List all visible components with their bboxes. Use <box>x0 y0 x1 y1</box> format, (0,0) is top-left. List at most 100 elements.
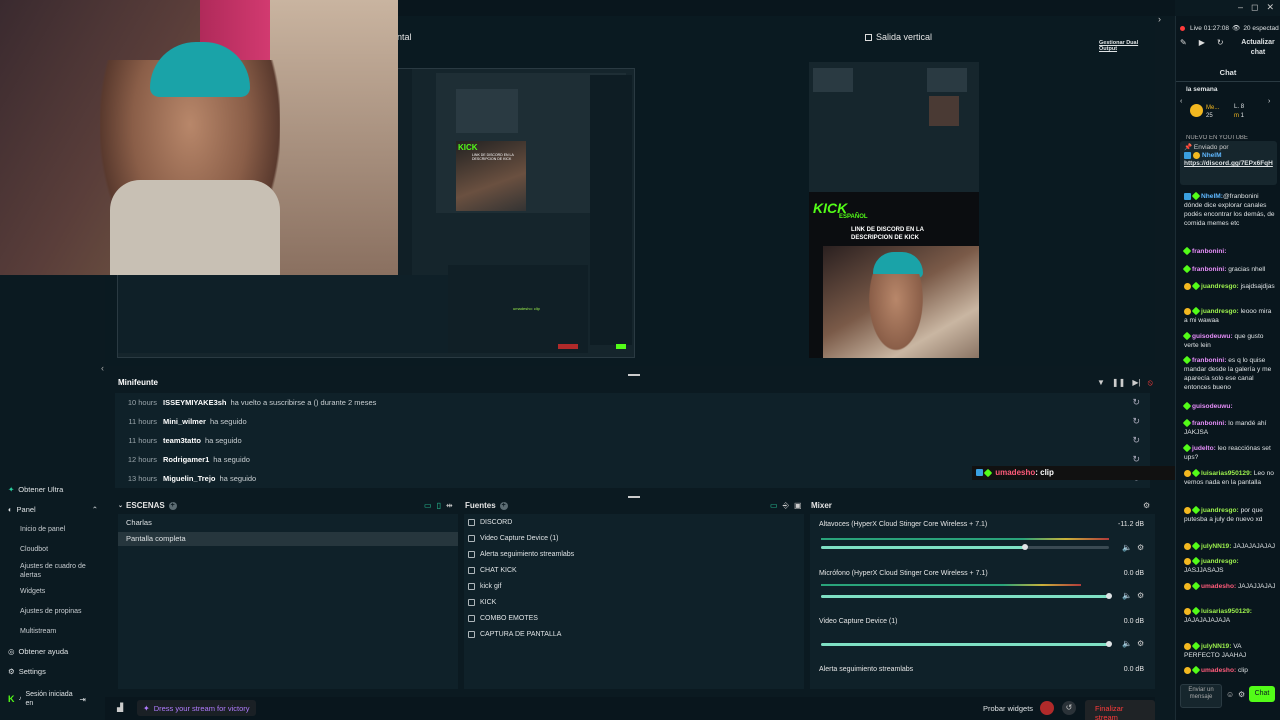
volume-knob[interactable] <box>1106 593 1112 599</box>
gear-icon[interactable]: ⚙ <box>1137 543 1144 552</box>
repeat-alert-icon[interactable]: ↻ <box>1132 397 1140 408</box>
dual-vertical-icon[interactable]: ▯ <box>437 501 441 510</box>
vertical-canvas[interactable]: KICK ESPAÑOL LINK DE DISCORD EN LA DESCR… <box>809 62 979 358</box>
repeat-alert-icon[interactable]: ↻ <box>1132 435 1140 446</box>
minimize-button[interactable]: – <box>1238 0 1243 16</box>
source-dual-icon[interactable]: ▭ <box>770 501 778 511</box>
tab-chat[interactable]: Chat <box>1176 68 1280 82</box>
source-item[interactable]: Alerta seguimiento streamlabs <box>468 551 574 558</box>
repeat-alert-icon[interactable]: ↻ <box>1132 454 1140 465</box>
collapse-arrow-icon[interactable]: ‹ <box>101 363 104 373</box>
nav-get-ultra[interactable]: ✦ Obtener Ultra <box>8 485 63 494</box>
gear-icon[interactable]: ⚙ <box>1137 591 1144 600</box>
chat-username[interactable]: umadesho: <box>1201 583 1236 590</box>
gear-icon[interactable]: ⚙ <box>1137 639 1144 648</box>
performance-icon[interactable]: ▟ <box>117 703 123 712</box>
collapse-icon[interactable]: ⌄ <box>118 502 123 509</box>
dual-horizontal-icon[interactable]: ▭ <box>424 501 432 510</box>
nav-cloudbot[interactable]: Cloudbot <box>20 545 48 554</box>
volume-slider[interactable] <box>821 593 1112 599</box>
close-button[interactable]: ✕ <box>1266 0 1274 16</box>
source-item[interactable]: Video Capture Device (1) <box>468 535 558 542</box>
chat-username[interactable]: guisodeuwu: <box>1192 333 1233 340</box>
gear-icon[interactable]: ⚙ <box>1143 501 1150 510</box>
feed-time: 11 hours <box>128 417 157 426</box>
nav-alert-box[interactable]: Ajustes de cuadro de alertas <box>20 562 98 580</box>
add-scene-button[interactable]: + <box>168 501 177 510</box>
chat-username[interactable]: NhelM: <box>1201 193 1223 200</box>
send-chat-button[interactable]: Chat <box>1249 686 1275 702</box>
speaker-icon[interactable]: 🔈 <box>1122 639 1132 648</box>
pinned-message[interactable]: 📌 Enviado por NhelM https://discord.gg/7… <box>1180 141 1277 185</box>
chat-username[interactable]: franbonini: <box>1192 266 1226 273</box>
resize-handle[interactable] <box>628 496 640 498</box>
repeat-alert-icon[interactable]: ↻ <box>1132 416 1140 427</box>
pause-icon[interactable]: ❚❚ <box>1112 378 1125 388</box>
chat-input[interactable]: Enviar un mensaje <box>1180 684 1222 708</box>
scene-item-pantalla-completa[interactable]: Pantalla completa <box>118 532 458 546</box>
gear-icon[interactable]: ⚙ <box>1238 690 1245 699</box>
chat-username[interactable]: julyNN19: <box>1201 643 1231 650</box>
mixer-channel-db: -11.2 dB <box>1118 521 1144 528</box>
chat-username[interactable]: luisarias950129: <box>1201 470 1252 477</box>
replay-buffer-icon[interactable]: ↺ <box>1062 701 1076 715</box>
promo-banner[interactable]: ✦ Dress your stream for victory <box>137 700 256 716</box>
session-status[interactable]: K ♪ Sesión iniciada en ⇥ <box>8 690 100 708</box>
vertical-output-toggle[interactable]: Salida vertical <box>865 32 932 42</box>
chat-username[interactable]: umadesho: <box>1201 667 1236 674</box>
nav-panel[interactable]: ◐ Panel ⌃ <box>8 505 98 514</box>
volume-slider[interactable] <box>821 641 1112 647</box>
resize-handle[interactable] <box>628 374 640 376</box>
nav-settings[interactable]: ⚙ Settings <box>8 667 46 676</box>
group-icon[interactable]: ▣ <box>794 501 802 511</box>
chat-username[interactable]: juandresgo: <box>1201 507 1239 514</box>
speaker-icon[interactable]: 🔈 <box>1122 591 1132 600</box>
pinned-link[interactable]: https://discord.gg/7EPx6FqH <box>1184 160 1273 168</box>
refresh-icon[interactable]: ↻ <box>1217 38 1224 47</box>
source-item[interactable]: kick gif <box>468 583 501 590</box>
add-source-button[interactable]: + <box>499 501 508 510</box>
edit-icon[interactable]: ✎ <box>1180 38 1187 47</box>
popout-icon[interactable]: ▶ <box>1199 38 1205 47</box>
skip-icon[interactable]: ▶| <box>1132 378 1140 388</box>
logout-icon[interactable]: ⇥ <box>80 695 86 704</box>
nav-multistream[interactable]: Multistream <box>20 627 56 636</box>
speaker-icon[interactable]: 🔈 <box>1122 543 1132 552</box>
maximize-button[interactable]: ◻ <box>1251 0 1258 16</box>
chat-text: clip <box>1236 667 1248 674</box>
volume-slider[interactable] <box>821 544 1109 550</box>
mute-alerts-icon[interactable]: ⦸ <box>1148 378 1153 388</box>
dual-output-link[interactable]: Gestionar Dual Output <box>1099 40 1155 52</box>
chat-username[interactable]: franbonini: <box>1192 357 1226 364</box>
nav-widgets[interactable]: Widgets <box>20 587 45 596</box>
emote-icon[interactable]: ☺ <box>1226 690 1234 699</box>
source-item[interactable]: COMBO EMOTES <box>468 615 538 622</box>
filter-icon[interactable]: ▼ <box>1097 378 1105 388</box>
scene-item-charlas[interactable]: Charlas <box>118 516 458 530</box>
source-item[interactable]: KICK <box>468 599 496 606</box>
chat-username[interactable]: guisodeuwu: <box>1192 403 1233 410</box>
refresh-chat-button[interactable]: Actualizar chat <box>1238 38 1278 58</box>
record-button[interactable] <box>1040 701 1054 715</box>
folder-icon[interactable]: ⎆ <box>783 501 789 511</box>
nav-panel-home[interactable]: Inicio de panel <box>20 525 65 534</box>
chat-username[interactable]: julyNN19: <box>1201 543 1231 550</box>
nav-help[interactable]: ◎ Obtener ayuda <box>8 647 68 656</box>
nav-tips[interactable]: Ajustes de propinas <box>20 607 81 616</box>
chevron-left-icon[interactable]: ‹ <box>1180 98 1182 105</box>
chat-username[interactable]: juandresgo: <box>1201 308 1239 315</box>
chat-username[interactable]: judelto: <box>1192 445 1216 452</box>
chat-username[interactable]: juandresgo: <box>1201 283 1239 290</box>
chat-username[interactable]: franbonini: <box>1192 420 1226 427</box>
chevron-right-icon[interactable]: › <box>1268 98 1270 105</box>
source-item[interactable]: DISCORD <box>468 519 512 526</box>
chat-username[interactable]: luisarias950129: <box>1201 608 1252 615</box>
end-stream-button[interactable]: Finalizar stream <box>1085 700 1155 720</box>
source-item[interactable]: CHAT KICK <box>468 567 517 574</box>
chat-username[interactable]: franbonini: <box>1192 248 1226 255</box>
source-item[interactable]: CAPTURA DE PANTALLA <box>468 631 561 638</box>
chat-username[interactable]: juandresgo: <box>1201 558 1239 565</box>
chevron-right-icon[interactable]: › <box>1158 14 1161 24</box>
transition-icon[interactable]: ⇹ <box>446 501 453 510</box>
volume-knob[interactable] <box>1106 641 1112 647</box>
